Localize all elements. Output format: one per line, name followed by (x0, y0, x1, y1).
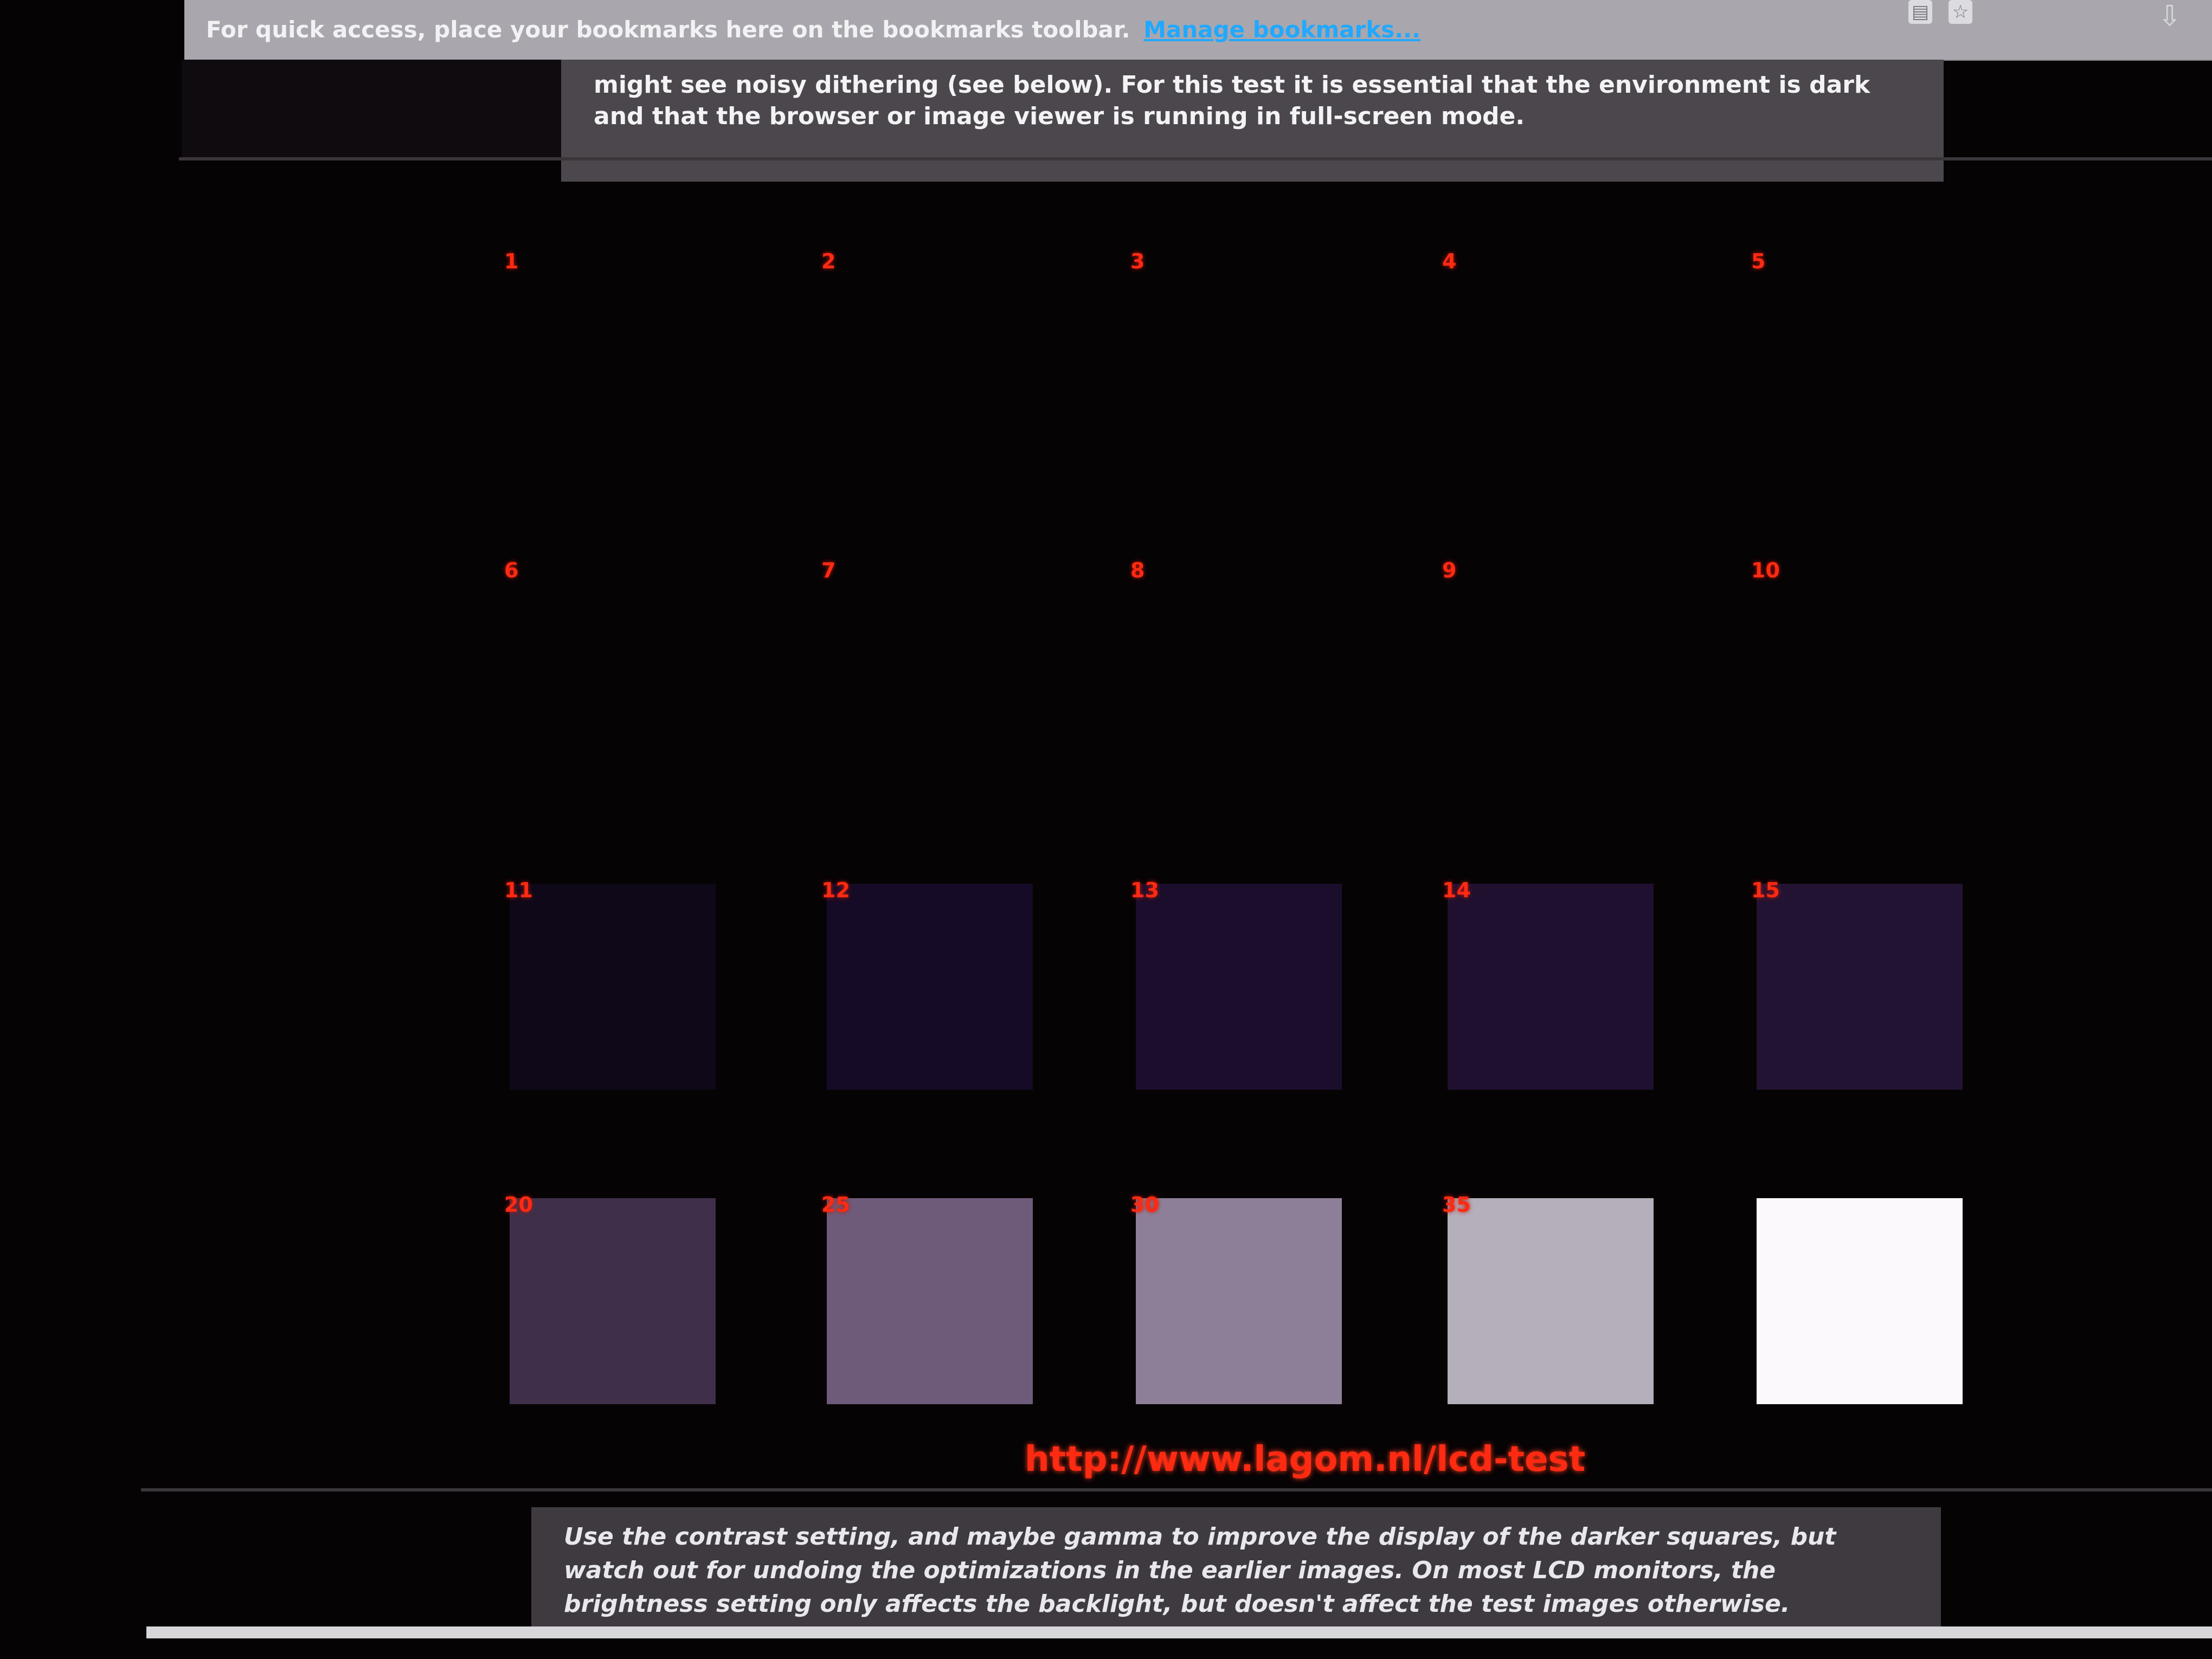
test-cell-number: 6 (504, 558, 519, 582)
test-square (510, 884, 716, 1090)
test-cell-number: 11 (504, 878, 533, 902)
bookmarks-toolbar: For quick access, place your bookmarks h… (184, 0, 2212, 61)
page-bottom-bar (146, 1626, 2212, 1638)
test-cell (1751, 1198, 1963, 1410)
test-square (1757, 564, 1963, 770)
test-square (827, 255, 1033, 461)
toolbar-icons: ▤ ☆ (1908, 0, 1984, 27)
test-square (827, 884, 1033, 1090)
test-cell: 14 (1442, 878, 1654, 1095)
test-square (1757, 884, 1963, 1090)
test-cell: 3 (1130, 249, 1342, 466)
test-cell-number: 9 (1442, 558, 1457, 582)
test-square (1448, 1198, 1654, 1404)
divider-top (179, 157, 2212, 160)
test-cell: 30 (1130, 1193, 1342, 1410)
test-cell: 11 (504, 878, 716, 1095)
test-cell: 7 (821, 558, 1033, 775)
test-square (1448, 255, 1654, 461)
contrast-test-grid: 1 2 3 4 5 6 7 8 9 10 11 12 13 14 15 20 25 30 35 (504, 249, 1968, 1431)
test-cell: 5 (1751, 249, 1963, 466)
test-cell-number: 7 (821, 558, 836, 582)
test-cell-number: 20 (504, 1193, 533, 1217)
test-cell-number: 14 (1442, 878, 1471, 902)
bookmarks-hint-text: For quick access, place your bookmarks h… (206, 16, 1130, 43)
test-square (1757, 1198, 1963, 1404)
test-square (1136, 884, 1342, 1090)
test-cell-number: 12 (821, 878, 850, 902)
test-cell: 35 (1442, 1193, 1654, 1410)
test-cell: 13 (1130, 878, 1342, 1095)
manage-bookmarks-link[interactable]: Manage bookmarks... (1143, 16, 1420, 43)
test-square (827, 564, 1033, 770)
test-cell: 1 (504, 249, 716, 466)
browser-viewport: For quick access, place your bookmarks h… (0, 0, 2212, 1659)
star-bookmark-icon[interactable]: ☆ (1949, 0, 1972, 24)
test-cell-number: 13 (1130, 878, 1159, 902)
test-square (510, 1198, 716, 1404)
test-cell: 25 (821, 1193, 1033, 1410)
page-left-margin (182, 60, 561, 157)
test-cell: 2 (821, 249, 1033, 466)
instruction-panel-top: might see noisy dithering (see below). F… (561, 60, 1944, 182)
test-cell: 15 (1751, 878, 1963, 1095)
test-cell-number: 5 (1751, 249, 1766, 273)
lagom-url-link[interactable]: http://www.lagom.nl/lcd-test (1025, 1439, 1585, 1480)
instruction-text-top: might see noisy dithering (see below). F… (594, 71, 1870, 130)
test-cell: 6 (504, 558, 716, 775)
test-cell-number: 8 (1130, 558, 1145, 582)
test-cell: 8 (1130, 558, 1342, 775)
test-cell-number: 3 (1130, 249, 1145, 273)
test-cell: 9 (1442, 558, 1654, 775)
test-square (1448, 564, 1654, 770)
test-cell-number: 4 (1442, 249, 1457, 273)
test-cell: 20 (504, 1193, 716, 1410)
test-square (1136, 255, 1342, 461)
test-cell-number: 1 (504, 249, 519, 273)
test-square (827, 1198, 1033, 1404)
test-cell-number: 25 (821, 1193, 850, 1217)
test-square (510, 564, 716, 770)
test-cell-number: 30 (1130, 1193, 1159, 1217)
test-cell-number: 2 (821, 249, 836, 273)
test-square (1448, 884, 1654, 1090)
test-cell-number: 15 (1751, 878, 1780, 902)
test-square (1136, 1198, 1342, 1404)
test-square (1757, 255, 1963, 461)
instruction-panel-bottom: Use the contrast setting, and maybe gamm… (531, 1507, 1941, 1637)
test-cell: 12 (821, 878, 1033, 1095)
test-cell-number: 35 (1442, 1193, 1471, 1217)
test-square (1136, 564, 1342, 770)
bookmarks-toolbar-message: For quick access, place your bookmarks h… (206, 16, 1420, 43)
divider-bottom (141, 1488, 2212, 1491)
test-cell: 4 (1442, 249, 1654, 466)
download-icon[interactable]: ⇩ (2158, 0, 2190, 33)
test-cell: 10 (1751, 558, 1963, 775)
reader-view-icon[interactable]: ▤ (1908, 0, 1932, 24)
test-cell-number: 10 (1751, 558, 1780, 582)
test-square (510, 255, 716, 461)
instruction-text-bottom: Use the contrast setting, and maybe gamm… (564, 1523, 1836, 1618)
